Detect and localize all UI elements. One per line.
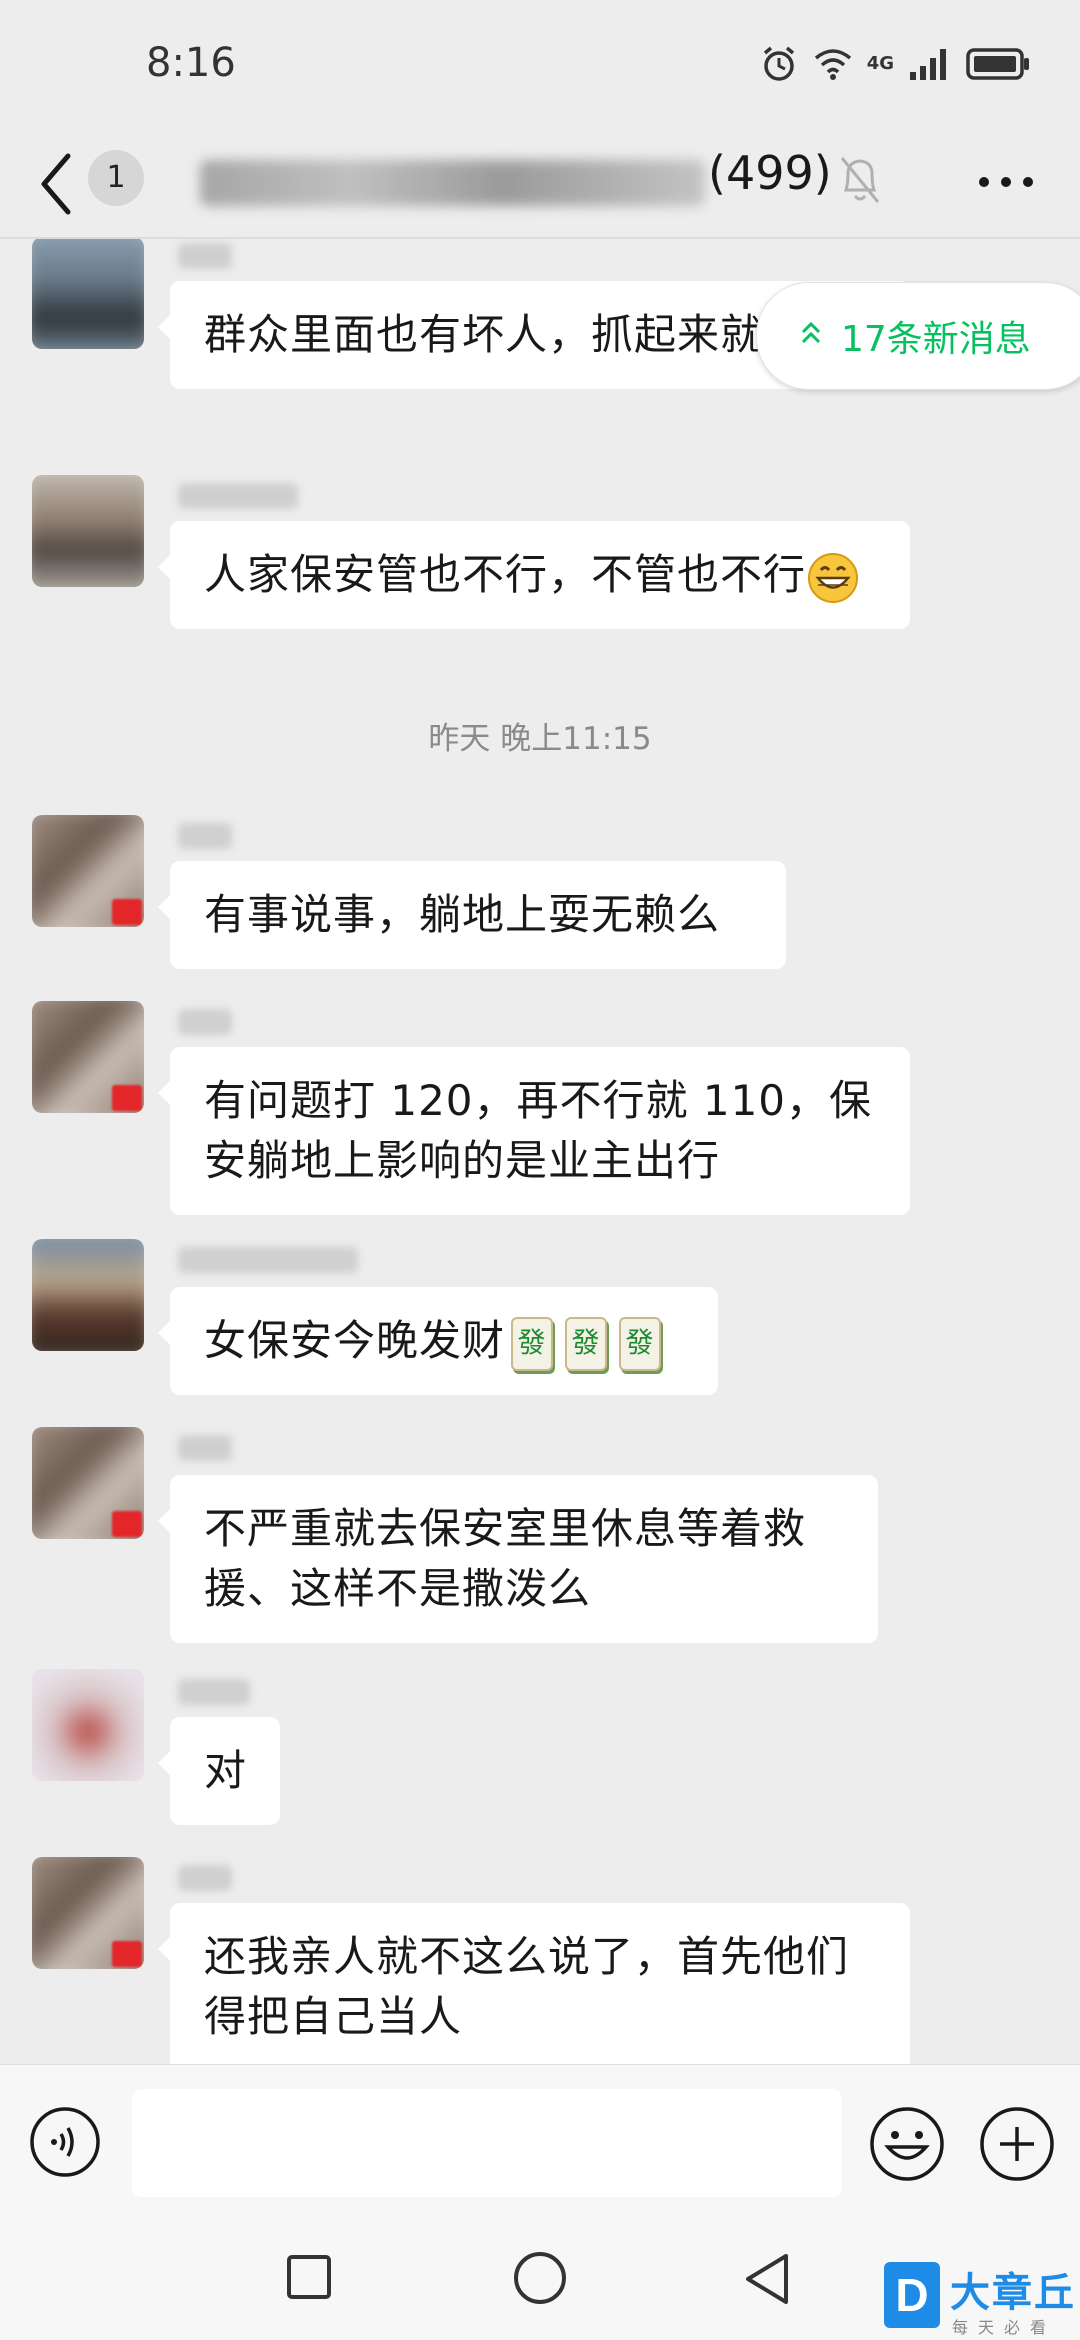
alarm-icon [763,46,794,81]
emoji-icon[interactable] [868,2105,946,2183]
sender-name-blurred [178,1009,232,1035]
network-type-label: 4G [866,53,894,74]
sender-name-blurred [178,823,232,849]
message-text: 还我亲人就不这么说了，首先他们得把自己当人 [204,1932,850,2041]
battery-icon [966,48,1029,80]
home-icon[interactable] [512,2250,568,2306]
signal-icon [910,49,946,80]
back-arrow-icon[interactable] [36,148,76,220]
watermark-name: 大章丘 [950,2270,1076,2316]
message-list[interactable]: 群众里面也有坏人，抓起来就好了 人家保安管也不行，不管也不行 昨天 晚上11:1… [0,239,1080,2064]
message-text: 有问题打 120，再不行就 110，保安躺地上影响的是业主出行 [204,1076,873,1185]
flag-icon [112,1511,142,1537]
flag-icon [112,1941,142,1967]
double-chevron-up-icon [799,320,823,353]
group-name-blurred [200,160,705,206]
avatar[interactable] [32,1427,144,1539]
new-messages-label: 17条新消息 [841,319,1031,360]
watermark: D 大章丘 每天必看 [880,2262,1080,2340]
avatar[interactable] [32,1001,144,1113]
sender-name-blurred [178,1865,232,1891]
message-text: 女保安今晚发财 [204,1316,506,1365]
avatar[interactable] [32,475,144,587]
message-text: 不严重就去保安室里休息等着救援、这样不是撒泼么 [204,1504,807,1613]
more-options-icon[interactable] [976,170,1036,194]
new-messages-button[interactable]: 17条新消息 [756,282,1080,390]
avatar[interactable] [32,1857,144,1969]
message-bubble[interactable]: 还我亲人就不这么说了，首先他们得把自己当人 [158,1903,910,2064]
voice-input-icon[interactable] [28,2105,102,2179]
message-text: 对 [204,1746,248,1795]
sender-name-blurred [178,243,232,269]
clock: 8:16 [146,40,236,86]
message-text: 人家保安管也不行，不管也不行 [204,550,807,599]
message-bubble[interactable]: 对 [158,1717,280,1825]
avatar[interactable] [32,815,144,927]
status-bar: 8:16 4G [0,0,1080,130]
muted-bell-icon [840,157,880,203]
sender-name-blurred [178,1679,250,1705]
wifi-icon [814,49,851,80]
sender-name-blurred [178,483,298,509]
message-bubble[interactable]: 不严重就去保安室里休息等着救援、这样不是撒泼么 [158,1475,878,1643]
avatar[interactable] [32,239,144,349]
grinning-face-icon [808,552,859,603]
message-input[interactable] [132,2089,842,2197]
message-text: 群众里面也有坏人，抓起来就好了 [204,310,850,359]
input-bar [0,2064,1080,2225]
recent-apps-icon[interactable] [286,2254,332,2300]
chat-header: 1 (499) [0,130,1080,238]
more-functions-icon[interactable] [978,2105,1056,2183]
flag-icon [112,1085,142,1111]
nav-back-icon[interactable] [742,2252,792,2306]
watermark-tagline: 每天必看 [952,2318,1057,2337]
message-bubble[interactable]: 女保安今晚发财發發發 [158,1287,718,1395]
status-icons: 4G [759,44,1030,84]
mahjong-tile-icon: 發 [619,1316,662,1371]
avatar[interactable] [32,1239,144,1351]
chat-timestamp: 昨天 晚上11:15 [428,721,652,757]
sender-name-blurred [178,1435,232,1461]
message-bubble[interactable]: 有事说事，躺地上耍无赖么 [158,861,786,969]
sender-name-blurred [178,1247,358,1273]
avatar[interactable] [32,1669,144,1781]
message-bubble[interactable]: 有问题打 120，再不行就 110，保安躺地上影响的是业主出行 [158,1047,910,1215]
group-member-count: (499) [708,146,832,200]
message-bubble[interactable]: 人家保安管也不行，不管也不行 [158,521,910,629]
mahjong-tile-icon: 發 [511,1316,554,1371]
mahjong-tile-icon: 發 [565,1316,608,1371]
unread-count-badge[interactable]: 1 [88,150,144,206]
watermark-logo: D [884,2262,940,2328]
flag-icon [112,899,142,925]
message-text: 有事说事，躺地上耍无赖么 [204,890,721,939]
